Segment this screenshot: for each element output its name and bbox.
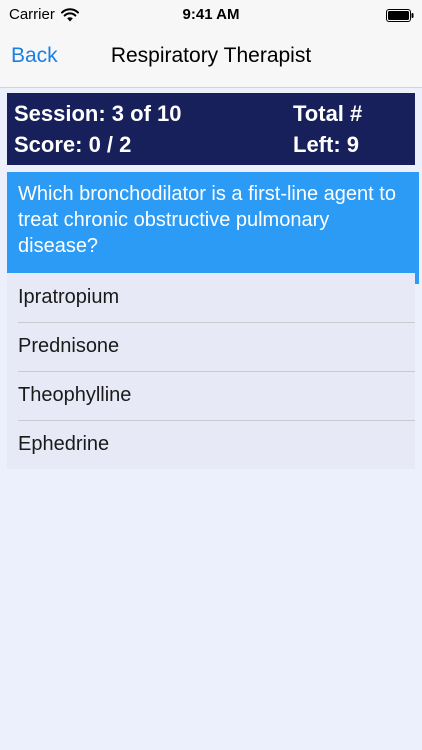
- session-stats-panel: Session: 3 of 10 Score: 0 / 2 Total # Le…: [7, 93, 415, 165]
- battery-icon: [386, 9, 414, 22]
- total-label: Total #: [293, 101, 363, 126]
- questions-left: Left: 9: [293, 132, 359, 157]
- answer-list: Ipratropium Prednisone Theophylline Ephe…: [7, 273, 415, 469]
- answer-option[interactable]: Ephedrine: [7, 420, 415, 469]
- navigation-bar: Back Respiratory Therapist: [0, 30, 422, 88]
- answer-option[interactable]: Ipratropium: [7, 273, 415, 322]
- page-title: Respiratory Therapist: [110, 44, 312, 67]
- score-value: Score: 0 / 2: [14, 132, 132, 157]
- answer-option[interactable]: Prednisone: [7, 322, 415, 371]
- session-progress: Session: 3 of 10: [14, 101, 182, 126]
- status-time: 9:41 AM: [182, 6, 240, 23]
- status-bar: Carrier 9:41 AM: [0, 0, 422, 30]
- answer-option[interactable]: Theophylline: [7, 371, 415, 420]
- question-text: Which bronchodilator is a first-line age…: [7, 172, 419, 284]
